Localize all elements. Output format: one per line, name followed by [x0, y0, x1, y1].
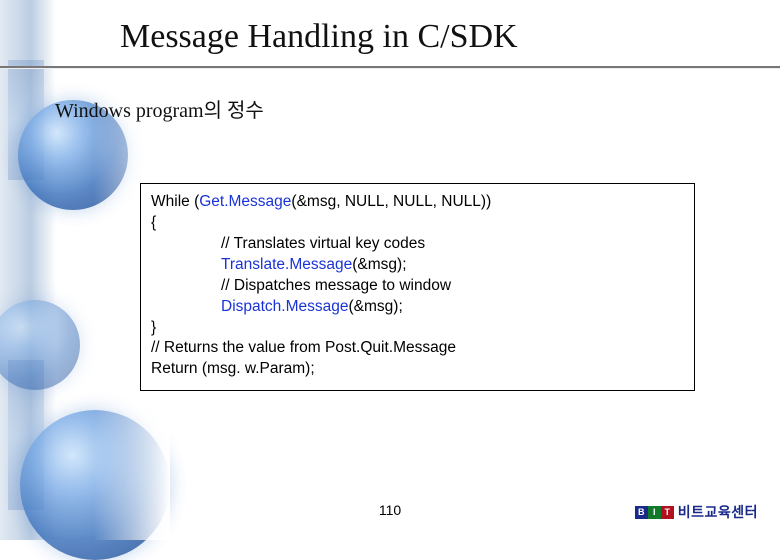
title-underline [0, 66, 780, 68]
code-text: (&msg); [349, 298, 403, 315]
code-keyword: Dispatch.Message [221, 298, 349, 315]
code-text: (&msg); [352, 256, 406, 273]
code-line: // Returns the value from Post.Quit.Mess… [151, 338, 684, 359]
code-text: While ( [151, 193, 199, 210]
code-line: While (Get.Message(&msg, NULL, NULL, NUL… [151, 192, 684, 213]
code-line: Dispatch.Message(&msg); [151, 297, 684, 318]
brand-logo-icon: B I T [635, 506, 674, 519]
brand-text: 비트교육센터 [678, 502, 758, 522]
brand-footer: B I T 비트교육센터 [635, 502, 758, 522]
slide-subtitle: Windows program의 정수 [55, 94, 264, 123]
brand-logo-b: B [635, 506, 648, 519]
code-snippet-box: While (Get.Message(&msg, NULL, NULL, NUL… [140, 183, 695, 391]
code-line: // Translates virtual key codes [151, 234, 684, 255]
code-line: } [151, 318, 684, 339]
code-keyword: Get.Message [199, 193, 291, 210]
code-line: { [151, 213, 684, 234]
code-line: Return (msg. w.Param); [151, 359, 684, 380]
code-text: (&msg, NULL, NULL, NULL)) [291, 193, 491, 210]
code-keyword: Translate.Message [221, 256, 352, 273]
code-line: // Dispatches message to window [151, 276, 684, 297]
brand-logo-i: I [648, 506, 661, 519]
brand-logo-t: T [661, 506, 674, 519]
code-line: Translate.Message(&msg); [151, 255, 684, 276]
background-decoration [0, 0, 130, 540]
slide-title: Message Handling in C/SDK [120, 18, 518, 56]
